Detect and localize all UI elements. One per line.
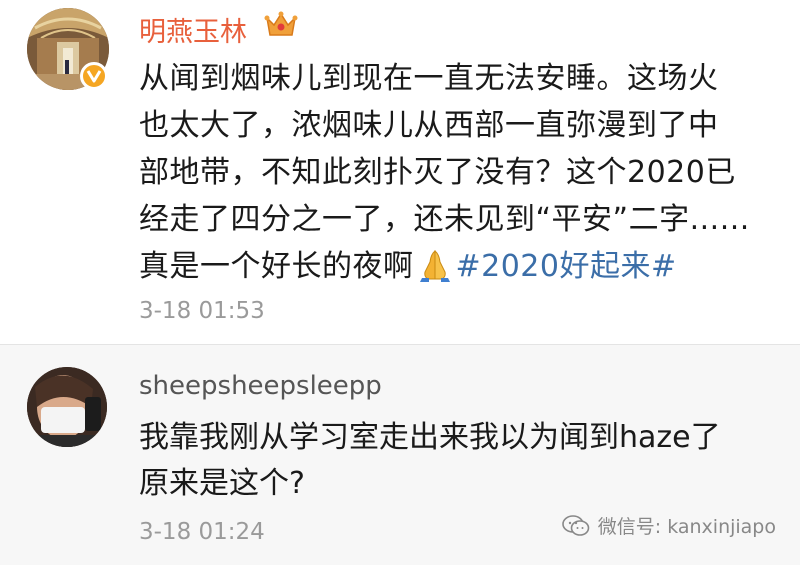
watermark: 微信号: kanxinjiapo bbox=[561, 512, 776, 539]
wechat-icon bbox=[561, 514, 590, 536]
pray-hands-icon bbox=[419, 249, 450, 282]
post-line: 部地带，不知此刻扑灭了没有？这个2020已 bbox=[139, 155, 736, 190]
watermark-text: 微信号: kanxinjiapo bbox=[597, 516, 776, 538]
post-line: 也太大了，浓烟味儿从西部一直弥漫到了中 bbox=[139, 108, 719, 143]
post-line: 从闻到烟味儿到现在一直无法安睡。这场火 bbox=[139, 61, 719, 96]
post-last-line-text: 真是一个好长的夜啊 bbox=[139, 249, 414, 284]
hashtag-link[interactable]: #2020好起来# bbox=[456, 249, 677, 284]
post-timestamp: 3-18 01:53 bbox=[139, 298, 265, 324]
comment-body: 我靠我刚从学习室走出来我以为闻到haze了 原来是这个? bbox=[139, 415, 769, 507]
verified-icon bbox=[80, 62, 108, 90]
post-username[interactable]: 明燕玉林 bbox=[139, 10, 247, 49]
post-line: 经走了四分之一了，还未见到“平安”二字...... bbox=[139, 202, 750, 237]
crown-icon bbox=[264, 11, 298, 36]
comment-line: 我靠我刚从学习室走出来我以为闻到haze了 bbox=[139, 420, 721, 455]
comment-timestamp: 3-18 01:24 bbox=[139, 519, 265, 545]
post-body: 从闻到烟味儿到现在一直无法安睡。这场火 也太大了，浓烟味儿从西部一直弥漫到了中 … bbox=[139, 55, 769, 290]
commenter-avatar[interactable] bbox=[27, 367, 107, 447]
commenter-username[interactable]: sheepsheepsleepp bbox=[139, 371, 382, 401]
comment-line: 原来是这个? bbox=[139, 466, 305, 501]
post-line: 真是一个好长的夜啊 #2020好起来# bbox=[139, 243, 769, 290]
post: 明燕玉林 从闻到烟味儿到现在一直无法安睡。这场火 也太大了，浓烟味儿从西部一直弥… bbox=[0, 0, 800, 345]
